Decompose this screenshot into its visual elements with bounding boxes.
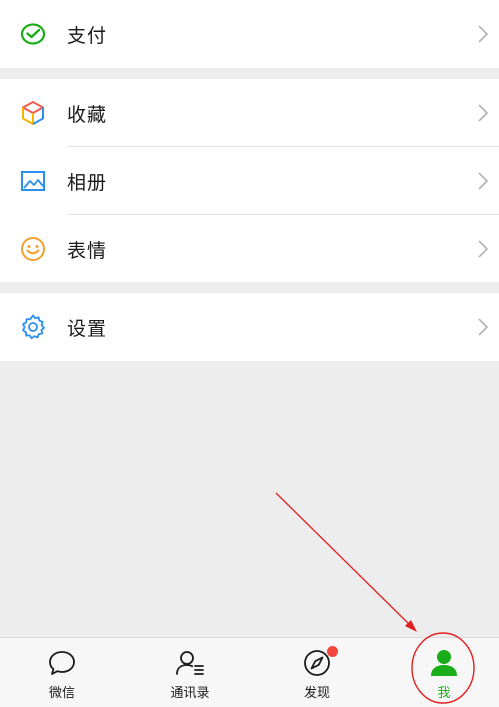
arrow-head-icon	[405, 620, 417, 632]
menu-item-favorites-label: 收藏	[67, 103, 108, 126]
menu-item-album-label: 相册	[67, 171, 108, 194]
tab-me[interactable]: 我	[382, 638, 499, 707]
menu-item-favorites[interactable]: 收藏	[0, 79, 499, 147]
tab-contacts[interactable]: 通讯录	[128, 638, 252, 707]
tab-contacts-label: 通讯录	[170, 686, 210, 701]
bottom-tab-bar: 微信 通讯录 发现 我	[0, 637, 499, 707]
chat-bubble-icon	[49, 651, 75, 675]
annotation-arrow	[275, 492, 413, 628]
person-icon	[431, 650, 457, 676]
menu-item-stickers[interactable]: 表情	[0, 215, 499, 283]
menu-item-pay-label: 支付	[67, 24, 108, 47]
menu-item-settings-label: 设置	[67, 317, 108, 340]
wechat-pay-icon	[19, 20, 47, 48]
cube-icon	[19, 99, 47, 127]
menu-item-settings[interactable]: 设置	[0, 293, 499, 361]
menu-item-pay[interactable]: 支付	[0, 0, 499, 68]
chevron-right-icon	[478, 104, 489, 122]
menu-item-album[interactable]: 相册	[0, 147, 499, 215]
discover-badge	[327, 646, 338, 657]
tab-discover[interactable]: 发现	[255, 638, 379, 707]
menu-item-stickers-label: 表情	[67, 239, 108, 262]
chevron-right-icon	[478, 172, 489, 190]
contacts-icon	[176, 651, 204, 675]
tab-chats-label: 微信	[48, 686, 75, 701]
gear-icon	[19, 313, 47, 341]
tab-discover-label: 发现	[303, 686, 330, 701]
tab-me-label: 我	[437, 686, 451, 701]
tab-chats[interactable]: 微信	[0, 638, 124, 707]
chevron-right-icon	[478, 25, 489, 43]
chevron-right-icon	[478, 318, 489, 336]
smiley-icon	[19, 235, 47, 263]
picture-icon	[19, 167, 47, 195]
menu-group-pay: 支付	[0, 0, 499, 68]
menu-group-settings: 设置	[0, 293, 499, 361]
chevron-right-icon	[478, 240, 489, 258]
menu-group-media: 收藏 相册 表情	[0, 79, 499, 282]
